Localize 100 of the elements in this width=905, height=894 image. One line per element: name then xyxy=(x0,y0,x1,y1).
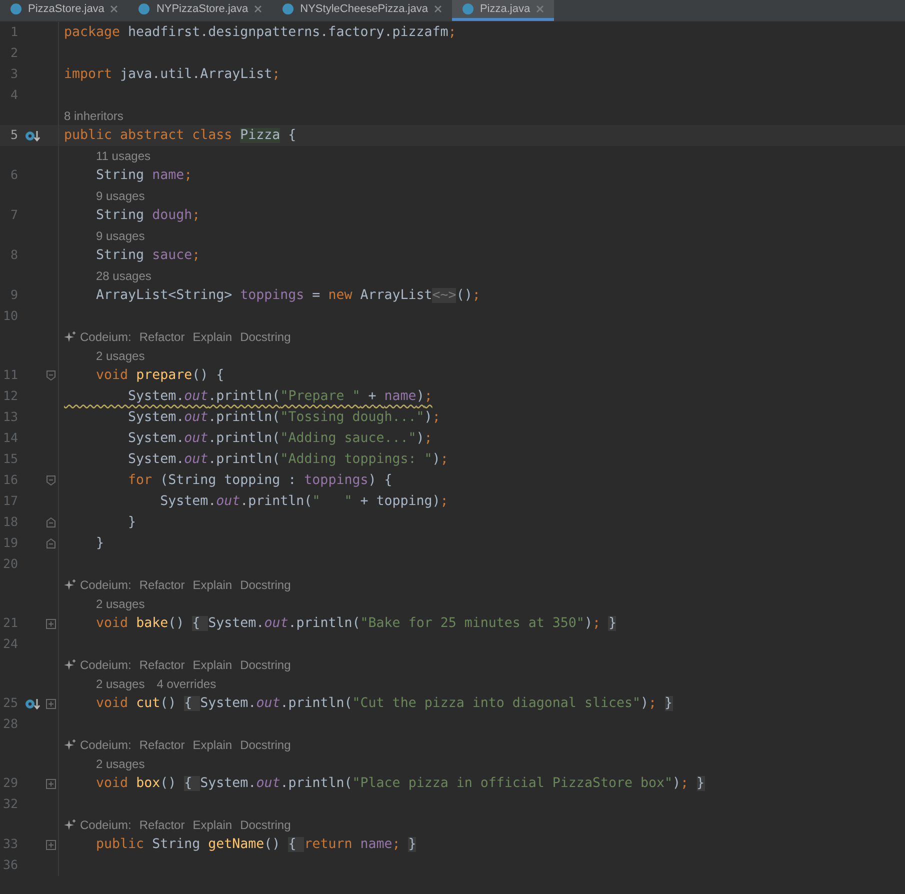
line-number: 6 xyxy=(9,166,19,184)
editor-tab[interactable]: NYPizzaStore.java xyxy=(128,0,272,21)
codeium-action-link[interactable]: Docstring xyxy=(240,656,291,674)
usages-hint[interactable]: 9 usages xyxy=(96,186,145,204)
line-number: 24 xyxy=(2,635,19,654)
usages-hint[interactable]: 9 usages xyxy=(96,226,145,244)
fold-end-icon[interactable] xyxy=(46,517,56,528)
code-line: void bake() { System.out.println("Bake for 25 minutes at 350"); } xyxy=(95,614,616,633)
class-file-icon xyxy=(462,3,474,15)
codeium-action-link[interactable]: Docstring xyxy=(240,328,291,346)
expand-icon[interactable] xyxy=(46,840,56,850)
codeium-action-link[interactable]: Explain xyxy=(192,576,232,594)
class-file-icon xyxy=(282,3,294,15)
usages-hint[interactable]: 2 usages xyxy=(96,594,145,612)
code-line: System.out.println(" " + topping); xyxy=(159,492,448,511)
codeium-label: Codeium: xyxy=(80,736,132,754)
fold-end-icon[interactable] xyxy=(46,538,56,549)
class-file-icon xyxy=(138,3,150,15)
codeium-label: Codeium: xyxy=(80,328,132,346)
expand-icon[interactable] xyxy=(46,778,56,788)
code-line: } xyxy=(95,534,104,553)
codeium-action-link[interactable]: Refactor xyxy=(139,656,185,674)
usages-hint[interactable]: 28 usages xyxy=(96,266,152,284)
line-number: 4 xyxy=(9,86,19,104)
expand-icon[interactable] xyxy=(46,698,56,708)
usages-hint[interactable]: 8 inheritors xyxy=(64,106,124,124)
code-line: void box() { System.out.println("Place pizza in official PizzaStore box"); } xyxy=(95,774,705,793)
code-line: void cut() { System.out.println("Cut the pizza into diagonal slices"); } xyxy=(95,694,673,713)
line-number: 32 xyxy=(2,795,19,814)
line-number: 21 xyxy=(2,614,19,632)
implemented-marker-icon[interactable] xyxy=(25,698,41,710)
code-line: } xyxy=(127,514,136,532)
code-line: System.out.println("Prepare " + name); xyxy=(127,388,432,406)
codeium-action-link[interactable]: Explain xyxy=(192,328,232,346)
codeium-action-link[interactable]: Explain xyxy=(192,816,232,834)
expand-icon[interactable] xyxy=(46,618,56,628)
close-icon[interactable] xyxy=(434,5,442,13)
code-line: import java.util.ArrayList; xyxy=(63,66,280,84)
fold-icon[interactable] xyxy=(46,475,56,486)
codeium-action-link[interactable]: Refactor xyxy=(139,576,185,594)
line-number: 8 xyxy=(9,246,19,264)
code-line: public abstract class Pizza { xyxy=(63,126,296,145)
codeium-action-link[interactable]: Docstring xyxy=(240,736,291,754)
line-number: 16 xyxy=(2,471,19,490)
line-number: 29 xyxy=(2,774,19,792)
implemented-marker-icon[interactable] xyxy=(25,130,41,142)
code-line: String name; xyxy=(95,166,192,185)
class-file-icon xyxy=(10,3,22,15)
usages-hint[interactable]: 2 usages xyxy=(96,346,145,364)
codeium-action-link[interactable]: Docstring xyxy=(240,576,291,594)
code-line: ArrayList<String> toppings = new ArrayList<~>(); xyxy=(95,286,480,305)
line-number: 5 xyxy=(9,126,19,144)
line-number: 11 xyxy=(2,366,19,384)
sparkle-icon xyxy=(64,658,76,670)
code-line: public String getName() { return name; } xyxy=(95,836,416,854)
codeium-label: Codeium: xyxy=(80,576,132,594)
codeium-action-link[interactable]: Refactor xyxy=(139,816,185,834)
line-number: 15 xyxy=(2,450,19,468)
close-icon[interactable] xyxy=(110,5,118,13)
sparkle-icon xyxy=(64,330,76,342)
line-number: 13 xyxy=(2,408,19,426)
code-line: System.out.println("Adding toppings: "); xyxy=(127,450,448,469)
editor-tab[interactable]: NYStyleCheesePizza.java xyxy=(272,0,452,21)
editor-tab[interactable]: PizzaStore.java xyxy=(0,0,128,21)
code-line: String sauce; xyxy=(95,246,200,265)
close-icon[interactable] xyxy=(536,5,544,13)
line-number: 3 xyxy=(9,65,19,84)
usages-hint[interactable]: 11 usages xyxy=(96,146,150,164)
line-number: 1 xyxy=(9,23,19,42)
sparkle-icon xyxy=(64,738,76,750)
line-number: 33 xyxy=(2,835,19,854)
line-number: 28 xyxy=(2,715,19,734)
editor-tab[interactable]: Pizza.java xyxy=(452,0,554,21)
codeium-label: Codeium: xyxy=(80,656,132,674)
sparkle-icon xyxy=(64,578,76,590)
line-number: 9 xyxy=(9,286,19,304)
line-number: 12 xyxy=(2,387,19,406)
line-number: 7 xyxy=(9,206,19,224)
codeium-action-link[interactable]: Refactor xyxy=(139,328,185,346)
line-number: 20 xyxy=(2,555,19,574)
line-number: 36 xyxy=(2,856,19,874)
fold-icon[interactable] xyxy=(46,370,56,381)
usages-hint[interactable]: 2 usages xyxy=(96,674,145,692)
codeium-action-link[interactable]: Explain xyxy=(192,736,232,754)
codeium-action-link[interactable]: Docstring xyxy=(240,816,291,834)
code-line: package headfirst.designpatterns.factory.pizzafm; xyxy=(63,24,456,42)
code-line: System.out.println("Tossing dough..."); xyxy=(127,408,440,427)
line-number: 19 xyxy=(2,534,19,552)
close-icon[interactable] xyxy=(254,5,262,13)
codeium-action-link[interactable]: Explain xyxy=(192,656,232,674)
line-number: 10 xyxy=(2,307,19,326)
code-line: System.out.println("Adding sauce..."); xyxy=(127,430,432,448)
usages-hint[interactable]: 4 overrides xyxy=(156,674,216,692)
line-number: 17 xyxy=(2,492,19,510)
code-line: void prepare() { xyxy=(95,366,224,385)
line-number: 2 xyxy=(9,44,19,62)
codeium-action-link[interactable]: Refactor xyxy=(139,736,185,754)
line-number: 25 xyxy=(2,694,19,712)
line-number: 14 xyxy=(2,429,19,448)
usages-hint[interactable]: 2 usages xyxy=(96,754,145,772)
